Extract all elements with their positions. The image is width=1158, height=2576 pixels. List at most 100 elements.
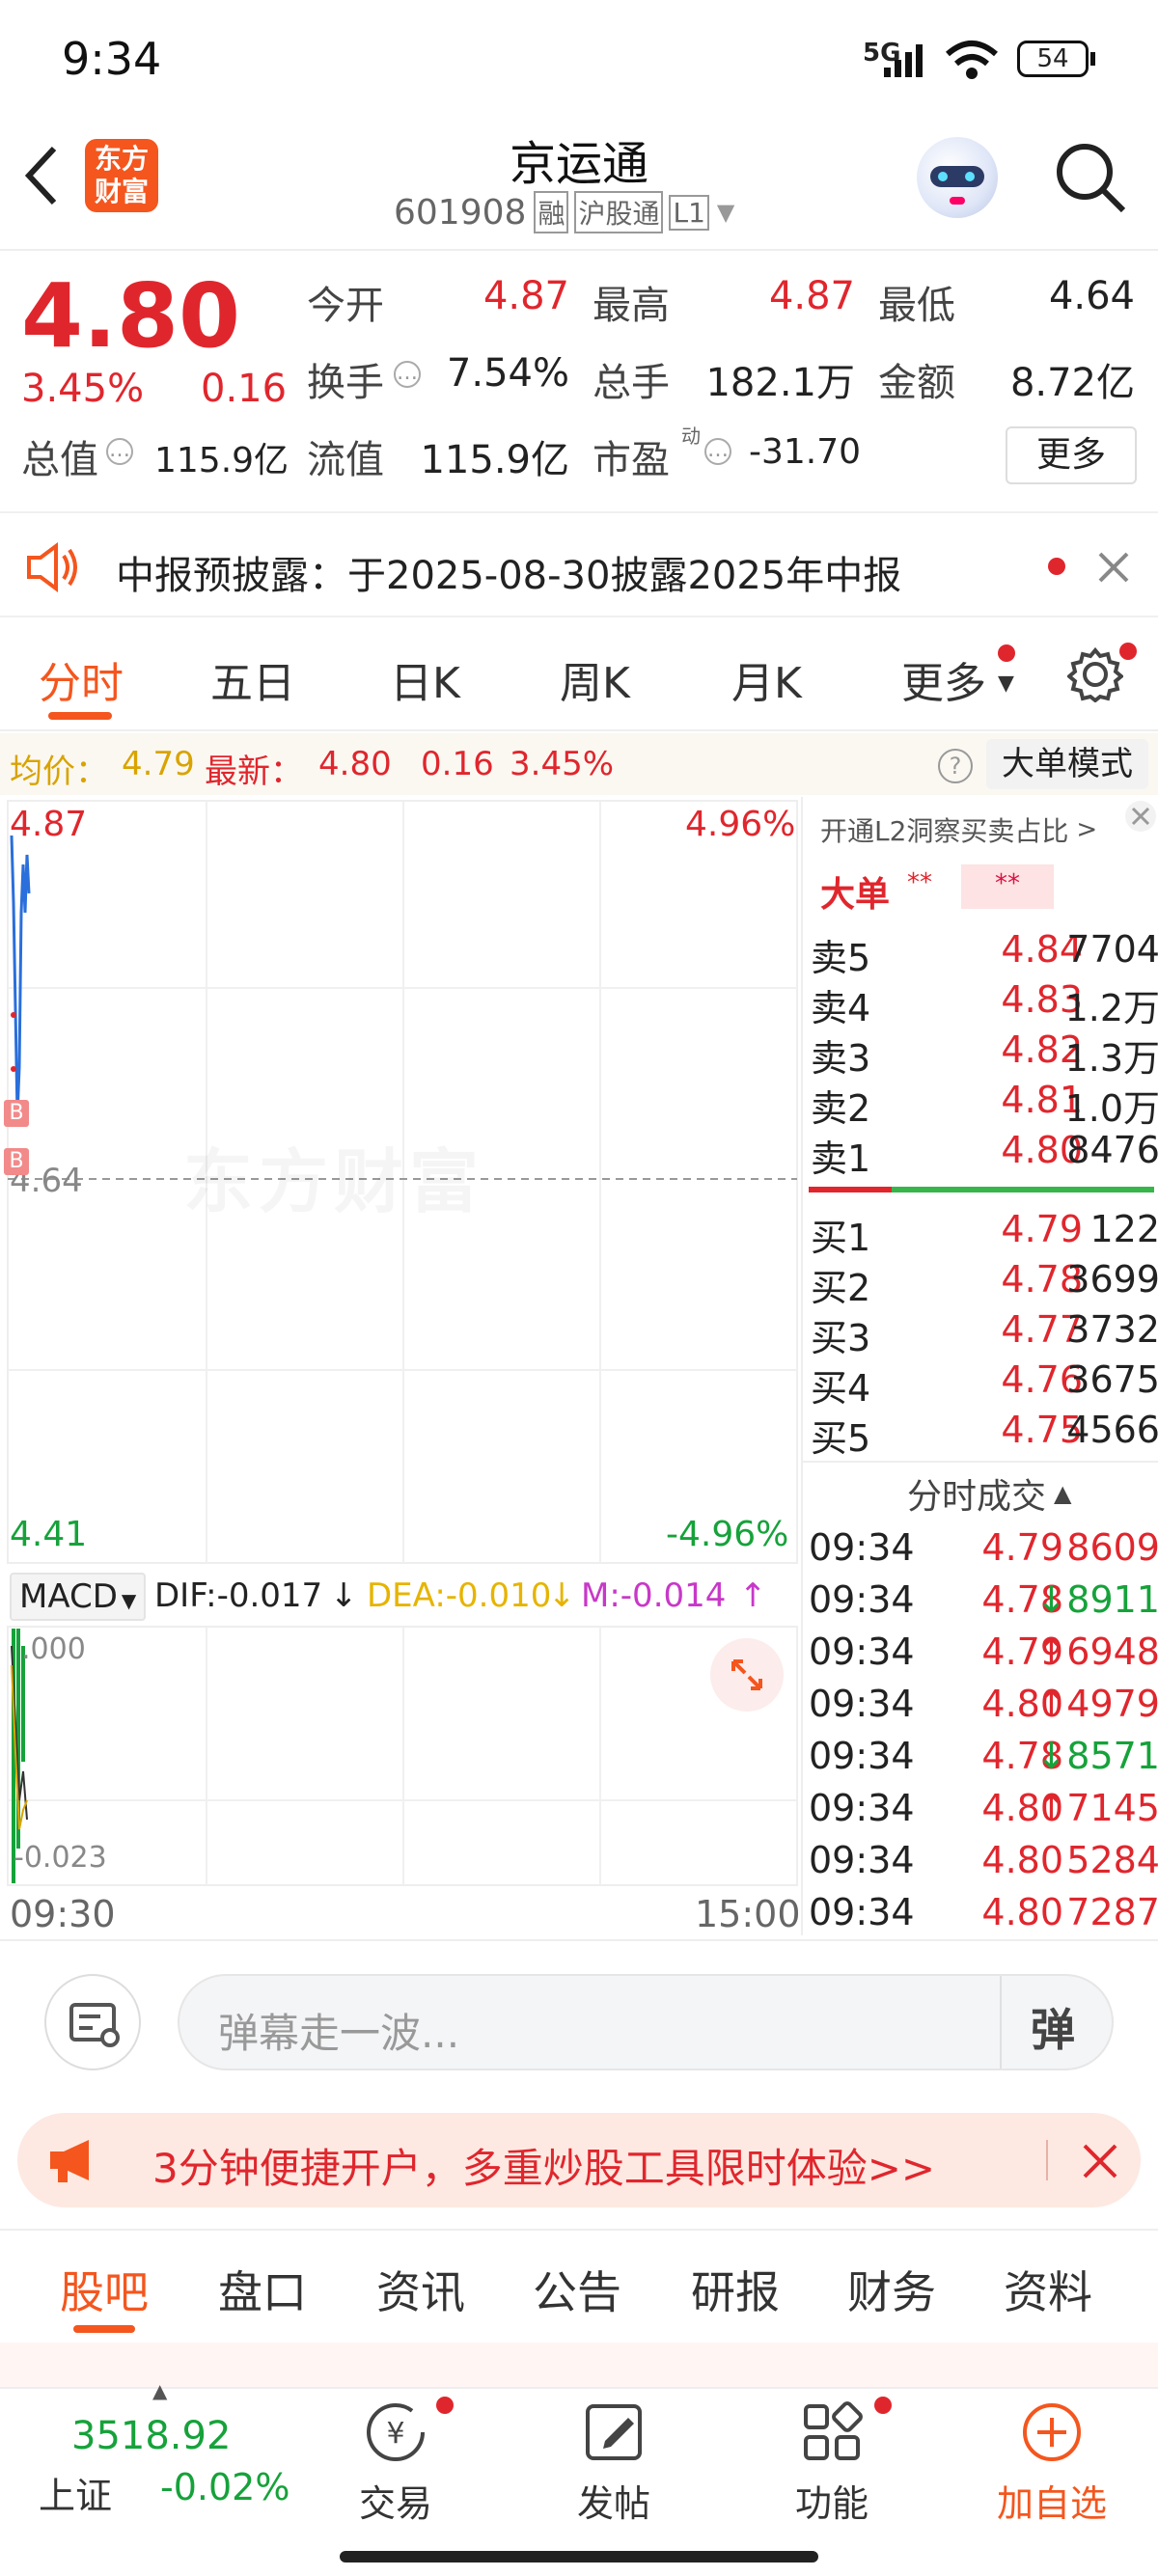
tab-news[interactable]: 资讯 <box>376 2258 465 2321</box>
danmu-toggle-icon[interactable]: 弹 <box>1031 1995 1075 2059</box>
tab-indicator <box>73 2325 135 2333</box>
ask-row[interactable]: 卖3 4.82 1.3万 <box>803 1028 1158 1080</box>
dropdown-icon[interactable]: ▼ <box>717 199 734 226</box>
functions-button[interactable]: 功能 <box>755 2398 909 2527</box>
stat-label: 总手 <box>593 361 670 405</box>
tab-monthly-k[interactable]: 月K <box>731 648 802 710</box>
danmu-input[interactable]: 弹幕走一波... 弹 <box>178 1974 1114 2070</box>
tab-finance[interactable]: 财务 <box>847 2258 936 2321</box>
tab-more[interactable]: 更多 <box>901 648 986 710</box>
big-order-mode-button[interactable]: 大单模式 <box>986 739 1148 789</box>
settings-dot <box>1119 643 1137 660</box>
trade-volume: 7287 <box>1066 1891 1158 1933</box>
content-peek <box>0 2343 1158 2387</box>
post-label: 发帖 <box>576 2482 650 2525</box>
ask-volume: 1.3万 <box>1064 1037 1158 1080</box>
trade-row: 09:34 4.78 ↓8571 <box>803 1735 1158 1787</box>
avg-value: 4.79 <box>122 745 195 783</box>
bid-row[interactable]: 买3 4.77 3732 <box>803 1308 1158 1359</box>
intraday-chart[interactable]: 东方财富 4.87 4.96% 4.64 4.41 -4.96% B B MAC… <box>0 797 801 1935</box>
trade-row: 09:34 4.78 ↓8911 <box>803 1578 1158 1631</box>
promo-text: 3分钟便捷开户，多重炒股工具限时体验>> <box>152 2145 936 2192</box>
tab-pankou[interactable]: 盘口 <box>218 2258 307 2321</box>
ratio-bar-sell <box>809 1187 892 1192</box>
info-icon[interactable]: … <box>394 361 421 388</box>
tab-guba[interactable]: 股吧 <box>60 2258 149 2321</box>
quote-panel: 4.80 3.45% 0.16 今开 4.87 最高 4.87 最低 4.64 … <box>0 253 1158 504</box>
index-value: 3518.92 <box>71 2414 232 2458</box>
trade-volume: 8911 <box>1066 1578 1158 1621</box>
ask-row[interactable]: 卖2 4.81 1.0万 <box>803 1079 1158 1130</box>
promo-banner[interactable]: 3分钟便捷开户，多重炒股工具限时体验>> <box>17 2113 1141 2207</box>
signal-icon <box>884 44 923 77</box>
trade-row: 09:34 4.80 7287 <box>803 1891 1158 1943</box>
bid-row[interactable]: 买2 4.78 3699 <box>803 1258 1158 1309</box>
tab-daily-k[interactable]: 日K <box>390 648 460 710</box>
close-icon[interactable] <box>1096 550 1131 585</box>
bid-row[interactable]: 买5 4.75 4566 <box>803 1409 1158 1460</box>
svg-text:¥: ¥ <box>386 2417 404 2451</box>
index-change: -0.02% <box>160 2466 290 2508</box>
stock-code: 601908 <box>394 192 527 233</box>
bid-volume: 4566 <box>1066 1409 1158 1451</box>
dea-arrow-icon: ↓ <box>548 1576 576 1615</box>
close-icon[interactable] <box>1123 799 1158 834</box>
ask-label: 卖4 <box>811 987 871 1029</box>
trade-volume: 8571 <box>1066 1735 1158 1777</box>
trade-volume: 7145 <box>1066 1787 1158 1829</box>
dif-arrow-icon: ↓ <box>330 1576 358 1615</box>
more-button[interactable]: 更多 <box>1006 426 1137 484</box>
l2-promo-link[interactable]: 开通L2洞察买卖占比 > <box>820 810 1097 849</box>
add-watchlist-button[interactable]: 加自选 <box>975 2398 1129 2527</box>
tag-connect: 沪股通 <box>574 191 664 233</box>
stat-value: 115.9亿 <box>420 438 569 482</box>
settings-gear-icon[interactable] <box>1067 646 1123 702</box>
trade-direction-icon: ↑ <box>1035 1787 1067 1829</box>
buy-marker[interactable]: B <box>4 1148 29 1175</box>
trade-time: 09:34 <box>809 1787 915 1829</box>
close-icon[interactable] <box>1081 2142 1119 2180</box>
high-pct-label: 4.96% <box>685 805 796 844</box>
battery-level: 54 <box>1036 44 1069 73</box>
post-button[interactable]: 发帖 <box>537 2398 691 2527</box>
tab-five-day[interactable]: 五日 <box>210 648 295 710</box>
trade-button[interactable]: ¥ 交易 <box>318 2398 473 2527</box>
bid-label: 买3 <box>811 1317 871 1359</box>
expand-icon[interactable] <box>710 1638 784 1712</box>
tab-announcements[interactable]: 公告 <box>533 2258 621 2321</box>
stat-value: 4.87 <box>482 274 569 318</box>
time-end-label: 15:00 <box>695 1893 801 1935</box>
ask-label: 卖2 <box>811 1087 871 1130</box>
robot-avatar-icon[interactable] <box>917 137 998 218</box>
trade-direction-icon: ↓ <box>1035 1735 1067 1777</box>
trade-row: 09:34 4.80 ↑4979 <box>803 1683 1158 1735</box>
bid-row[interactable]: 买1 4.79 122 <box>803 1208 1158 1259</box>
buy-marker[interactable]: B <box>4 1100 29 1127</box>
search-icon[interactable] <box>1052 139 1129 216</box>
status-time: 9:34 <box>62 33 162 85</box>
trades-header[interactable]: 分时成交 ▲ <box>907 1468 1071 1519</box>
info-icon[interactable]: … <box>106 438 133 465</box>
tab-indicator <box>48 712 112 720</box>
trade-price: 4.80 <box>981 1839 1063 1881</box>
functions-label: 功能 <box>794 2482 868 2525</box>
dea-value: DEA:-0.010 <box>367 1576 552 1615</box>
index-widget[interactable]: ▲ 3518.92 上证 -0.02% <box>19 2379 299 2517</box>
bid-row[interactable]: 买4 4.76 3675 <box>803 1358 1158 1410</box>
tab-weekly-k[interactable]: 周K <box>560 648 630 710</box>
notice-bar[interactable]: 中报预披露：于2025-08-30披露2025年中报 <box>0 511 1158 617</box>
tab-profile[interactable]: 资料 <box>1004 2258 1092 2321</box>
macd-selector[interactable]: MACD ▼ <box>10 1573 147 1621</box>
danmu-placeholder: 弹幕走一波... <box>218 2010 460 2057</box>
ask-row[interactable]: 卖4 4.83 1.2万 <box>803 978 1158 1029</box>
tab-intraday[interactable]: 分时 <box>39 648 124 710</box>
ask-row[interactable]: 卖1 4.80 8476 <box>803 1129 1158 1180</box>
danmu-settings-icon[interactable] <box>44 1974 141 2070</box>
help-icon[interactable]: ? <box>938 749 973 783</box>
tab-research[interactable]: 研报 <box>691 2258 780 2321</box>
ask-label: 卖5 <box>811 937 871 979</box>
ask-row[interactable]: 卖5 4.84 7704 <box>803 928 1158 979</box>
tab-more-caret-icon: ▼ <box>998 671 1014 696</box>
info-icon[interactable]: … <box>704 438 731 465</box>
chevron-down-icon: ▼ <box>121 1589 137 1612</box>
